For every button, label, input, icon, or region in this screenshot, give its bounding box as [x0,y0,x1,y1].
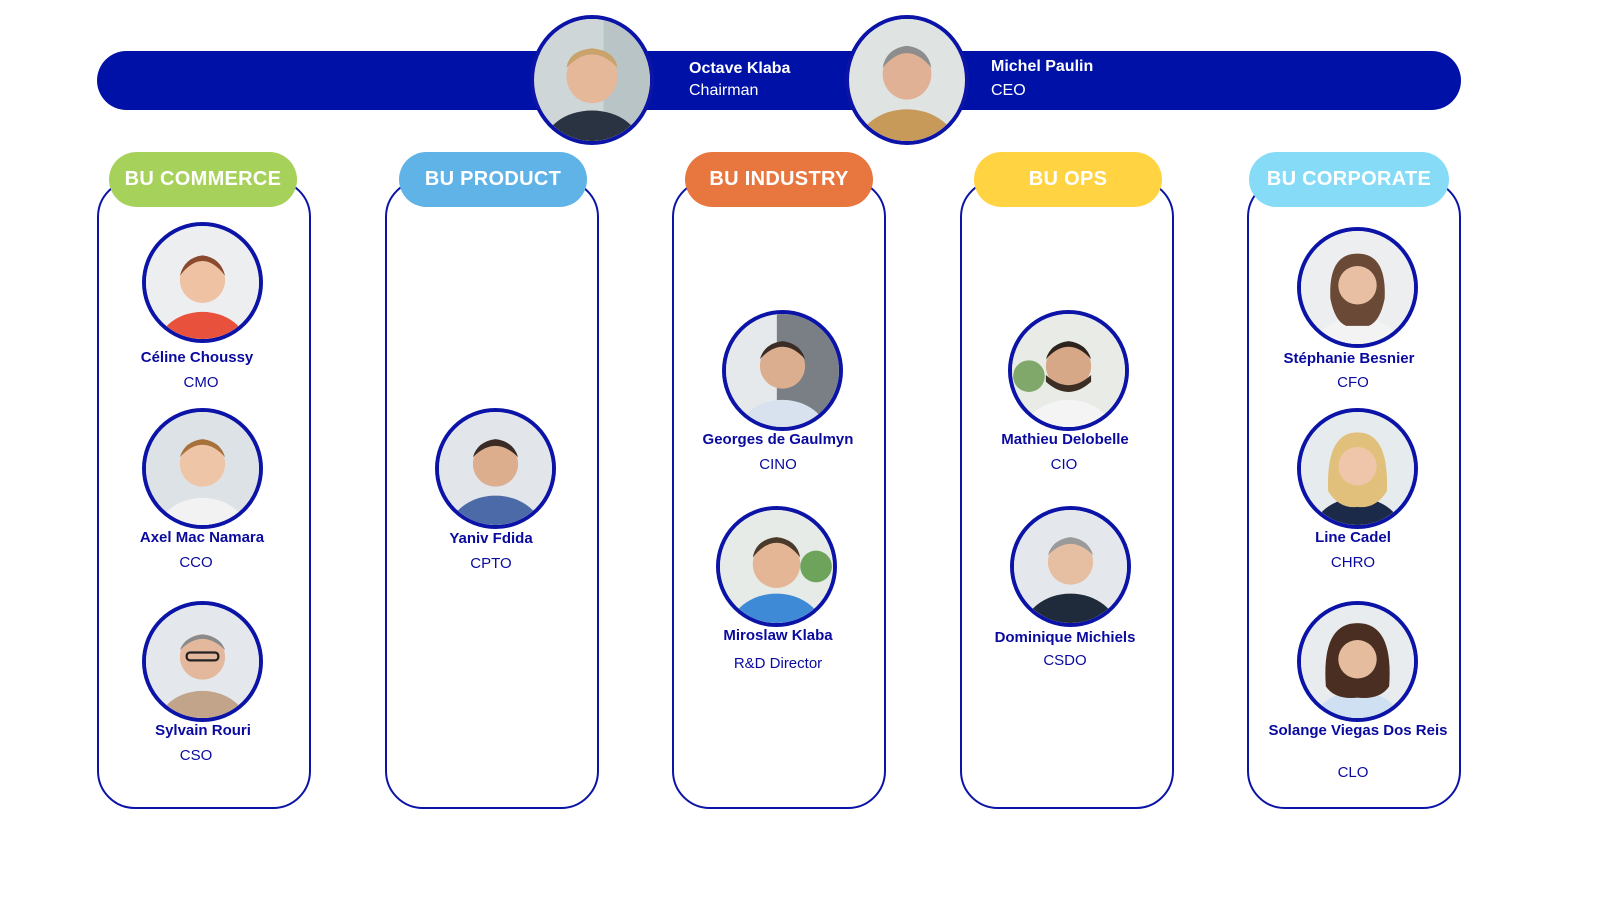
bu-industry-column [672,179,886,809]
person-role: CINO [759,456,797,473]
person-name: Mathieu Delobelle [1001,431,1129,448]
person-photo-icon [142,601,263,722]
exec-role: Chairman [689,82,759,99]
person-photo-icon [1008,310,1129,431]
person-name: Line Cadel [1315,529,1391,546]
person-name: Yaniv Fdida [449,530,533,547]
person-role: CHRO [1330,554,1376,571]
bu-ops-label: BU OPS [974,152,1162,207]
exec-name: Octave Klaba [689,60,791,77]
person-photo-icon [1010,506,1131,627]
person-name: Solange Viegas Dos Reis [1268,722,1448,739]
bu-ops-column [960,179,1174,809]
person-name: Céline Choussy [140,349,254,366]
person-role: CLO [1337,764,1369,781]
person-role: R&D Director [733,655,823,672]
person-photo-icon [1297,227,1418,348]
person-name: Axel Mac Namara [139,529,265,546]
person-photo-icon [435,408,556,529]
person-photo-icon [722,310,843,431]
person-name: Georges de Gaulmyn [702,431,854,448]
exec-name: Michel Paulin [991,58,1094,75]
person-role: CIO [1050,456,1078,473]
bu-industry-label: BU INDUSTRY [685,152,873,207]
octave-klaba-photo-icon [530,15,654,145]
person-name: Miroslaw Klaba [723,627,833,644]
person-role: CFO [1337,374,1369,391]
person-role: CSDO [1043,652,1087,669]
person-role: CMO [183,374,219,391]
person-name: Sylvain Rouri [155,722,251,739]
exec-role: CEO [991,82,1026,99]
person-name: Stéphanie Besnier [1283,350,1415,367]
bu-corporate-label: BU CORPORATE [1249,152,1449,207]
person-photo-icon [142,222,263,343]
bu-product-label: BU PRODUCT [399,152,587,207]
person-photo-icon [1297,408,1418,529]
person-photo-icon [142,408,263,529]
michel-paulin-photo-icon [845,15,969,145]
bu-commerce-label: BU COMMERCE [109,152,297,207]
person-role: CPTO [470,555,512,572]
person-name: Dominique Michiels [994,629,1136,646]
person-photo-icon [716,506,837,627]
person-photo-icon [1297,601,1418,722]
person-role: CCO [179,554,213,571]
person-role: CSO [179,747,213,764]
